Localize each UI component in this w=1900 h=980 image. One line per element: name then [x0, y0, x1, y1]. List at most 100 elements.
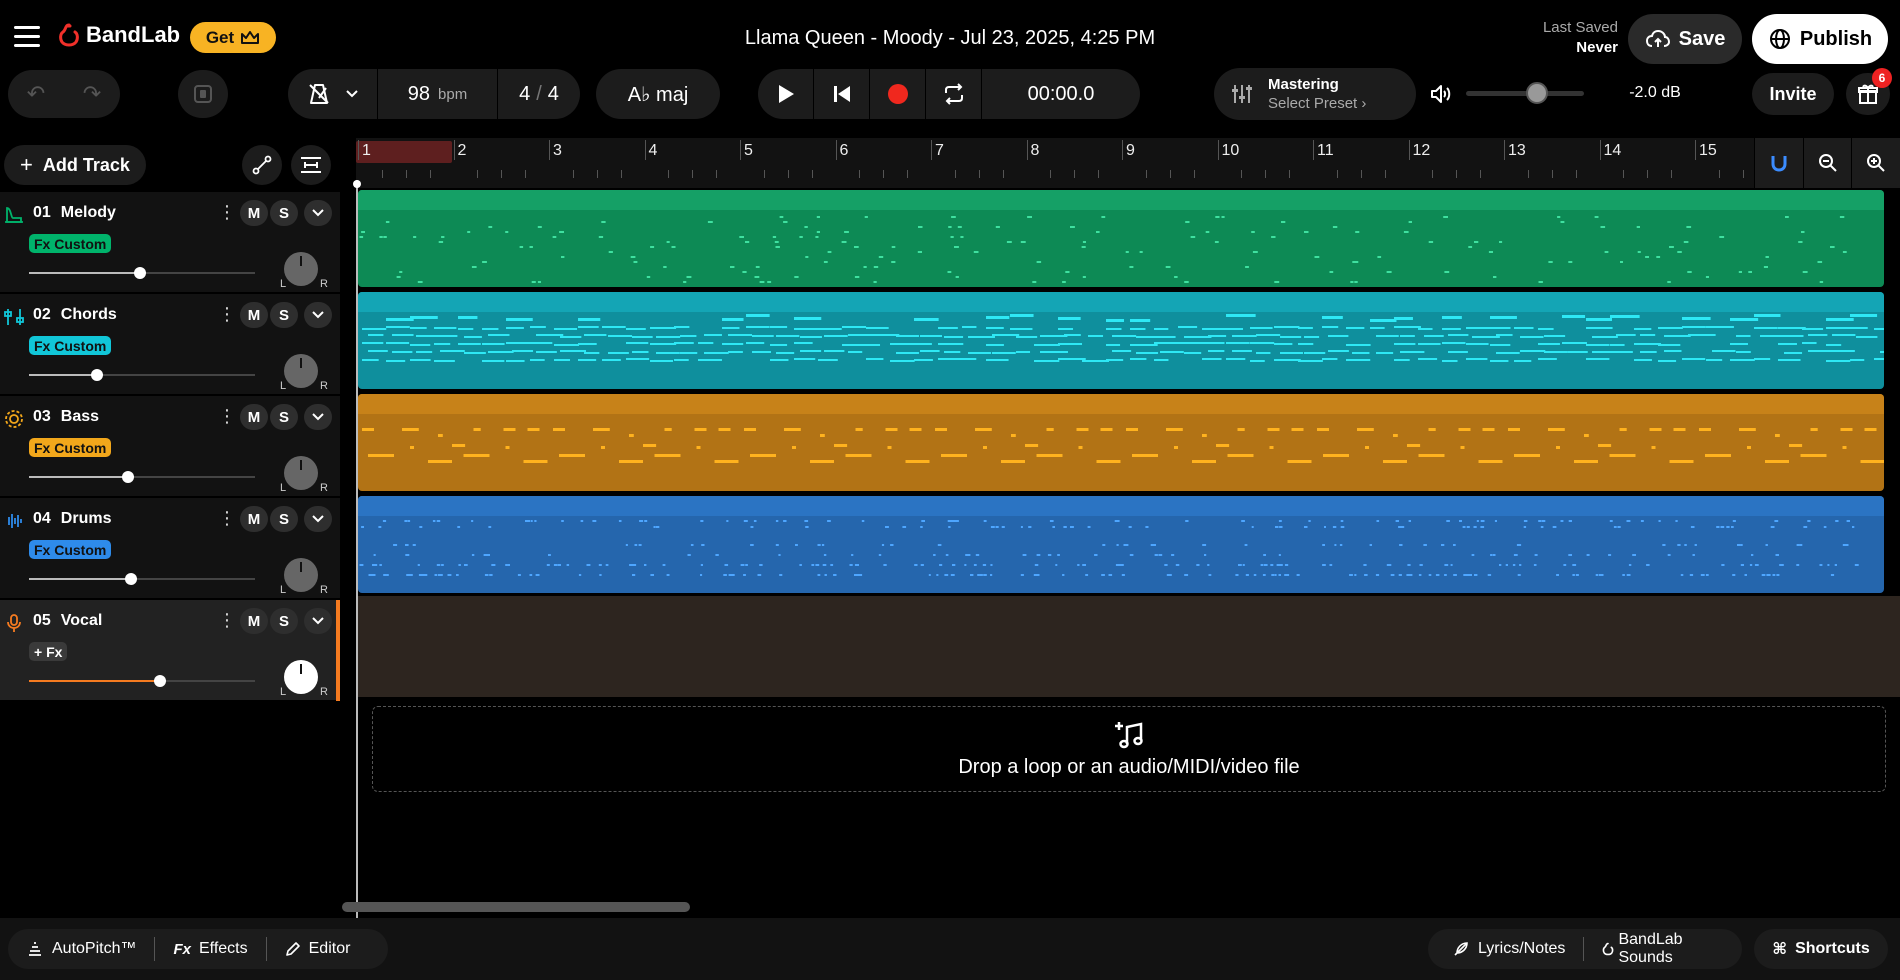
- master-volume-thumb[interactable]: [1525, 82, 1548, 104]
- track-name[interactable]: 01 Melody: [33, 204, 116, 222]
- record-button[interactable]: [870, 69, 926, 119]
- hamburger-menu-icon[interactable]: [14, 26, 40, 48]
- region-bass[interactable]: [358, 394, 1884, 491]
- track-volume-slider[interactable]: [29, 369, 255, 383]
- solo-button[interactable]: S: [270, 506, 298, 532]
- master-volume-slider[interactable]: [1466, 82, 1584, 104]
- shortcuts-button[interactable]: ⌘ Shortcuts: [1754, 929, 1888, 969]
- mixer-view-button[interactable]: [291, 145, 331, 185]
- mute-button[interactable]: M: [240, 506, 268, 532]
- track-header-vocal[interactable]: 05 Vocal ⋮ M S + Fx L R: [0, 600, 340, 701]
- bandlab-sounds-button[interactable]: BandLab Sounds: [1583, 931, 1742, 966]
- pan-knob[interactable]: [284, 558, 318, 592]
- fx-badge[interactable]: Fx Custom: [29, 336, 112, 355]
- expand-track-button[interactable]: [304, 404, 332, 430]
- lane-chords[interactable]: [356, 290, 1900, 391]
- solo-button[interactable]: S: [270, 302, 298, 328]
- track-name[interactable]: 03 Bass: [33, 408, 99, 426]
- lane-melody[interactable]: [356, 188, 1900, 289]
- playhead-handle[interactable]: [353, 180, 361, 188]
- metronome-button[interactable]: [288, 69, 378, 119]
- speaker-icon[interactable]: [1430, 84, 1452, 104]
- more-options-icon[interactable]: ⋮: [218, 406, 236, 427]
- region-chords[interactable]: [358, 292, 1884, 389]
- track-header-bass[interactable]: 03 Bass ⋮ M S Fx Custom L R: [0, 396, 340, 497]
- fx-badge[interactable]: Fx Custom: [29, 540, 112, 559]
- track-name[interactable]: 05 Vocal: [33, 612, 102, 630]
- invite-button[interactable]: Invite: [1752, 73, 1834, 115]
- track-name[interactable]: 02 Chords: [33, 306, 117, 324]
- publish-button[interactable]: Publish: [1752, 14, 1888, 64]
- pan-knob[interactable]: [284, 456, 318, 490]
- fx-badge[interactable]: Fx Custom: [29, 438, 112, 457]
- loop-button[interactable]: [926, 69, 982, 119]
- solo-button[interactable]: S: [270, 404, 298, 430]
- redo-icon[interactable]: ↷: [83, 81, 101, 107]
- autopitch-button[interactable]: AutoPitch™: [8, 937, 154, 961]
- bar-ruler[interactable]: 1 2 3 4 5 6 7 8 9 10 11 12 13 14 15: [356, 138, 1900, 188]
- automation-button[interactable]: [242, 145, 282, 185]
- track-header-drums[interactable]: 04 Drums ⋮ M S Fx Custom L R: [0, 498, 340, 599]
- expand-track-button[interactable]: [304, 608, 332, 634]
- key-selector[interactable]: A♭ maj: [596, 69, 720, 119]
- horizontal-scrollbar[interactable]: [342, 902, 690, 912]
- region-header[interactable]: [358, 394, 1884, 414]
- pan-knob[interactable]: [284, 354, 318, 388]
- volume-knob[interactable]: [154, 675, 167, 687]
- drop-zone[interactable]: Drop a loop or an audio/MIDI/video file: [372, 706, 1886, 792]
- track-header-chords[interactable]: 02 Chords ⋮ M S Fx Custom L R: [0, 294, 340, 395]
- solo-button[interactable]: S: [270, 200, 298, 226]
- undo-icon[interactable]: ↶: [27, 81, 45, 107]
- expand-track-button[interactable]: [304, 506, 332, 532]
- more-options-icon[interactable]: ⋮: [218, 304, 236, 325]
- bandlab-logo[interactable]: BandLab: [58, 22, 180, 48]
- more-options-icon[interactable]: ⋮: [218, 202, 236, 223]
- lane-bass[interactable]: [356, 392, 1900, 493]
- mute-button[interactable]: M: [240, 200, 268, 226]
- zoom-in-button[interactable]: [1851, 138, 1900, 188]
- time-signature-field[interactable]: 4 / 4: [498, 83, 580, 106]
- volume-knob[interactable]: [90, 369, 103, 381]
- play-button[interactable]: [758, 69, 814, 119]
- mute-button[interactable]: M: [240, 608, 268, 634]
- volume-knob[interactable]: [122, 471, 135, 483]
- project-title[interactable]: Llama Queen - Moody - Jul 23, 2025, 4:25…: [500, 27, 1400, 50]
- track-volume-slider[interactable]: [29, 267, 255, 281]
- chevron-down-icon[interactable]: [345, 89, 359, 99]
- track-name[interactable]: 04 Drums: [33, 510, 111, 528]
- save-button[interactable]: Save: [1628, 14, 1742, 64]
- playhead[interactable]: [356, 180, 358, 920]
- expand-track-button[interactable]: [304, 302, 332, 328]
- region-melody[interactable]: [358, 190, 1884, 287]
- lane-vocal[interactable]: [356, 596, 1900, 697]
- pan-knob[interactable]: [284, 252, 318, 286]
- lane-drums[interactable]: [356, 494, 1900, 595]
- editor-button[interactable]: Editor: [265, 937, 369, 961]
- get-membership-button[interactable]: Get: [190, 22, 276, 53]
- region-header[interactable]: [358, 496, 1884, 516]
- volume-knob[interactable]: [124, 573, 137, 585]
- more-options-icon[interactable]: ⋮: [218, 508, 236, 529]
- rewind-button[interactable]: [814, 69, 870, 119]
- region-header[interactable]: [358, 190, 1884, 210]
- effects-button[interactable]: Fx Effects: [154, 937, 265, 961]
- pan-knob[interactable]: [284, 660, 318, 694]
- track-volume-slider[interactable]: [29, 471, 255, 485]
- snap-toggle-button[interactable]: [178, 70, 228, 118]
- region-header[interactable]: [358, 292, 1884, 312]
- track-volume-slider[interactable]: [29, 573, 255, 587]
- add-track-button[interactable]: + Add Track: [4, 145, 146, 185]
- expand-track-button[interactable]: [304, 200, 332, 226]
- volume-knob[interactable]: [133, 267, 146, 279]
- track-volume-slider[interactable]: [29, 675, 255, 689]
- solo-button[interactable]: S: [270, 608, 298, 634]
- zoom-out-button[interactable]: [1802, 138, 1852, 188]
- snap-magnet-button[interactable]: [1754, 138, 1803, 188]
- timeline[interactable]: 1 2 3 4 5 6 7 8 9 10 11 12 13 14 15 Drop…: [353, 138, 1900, 920]
- mastering-button[interactable]: Mastering Select Preset ›: [1214, 68, 1416, 120]
- fx-badge[interactable]: + Fx: [29, 642, 68, 661]
- region-drums[interactable]: [358, 496, 1884, 593]
- fx-badge[interactable]: Fx Custom: [29, 234, 112, 253]
- track-header-melody[interactable]: 01 Melody ⋮ M S Fx Custom L R: [0, 192, 340, 293]
- mute-button[interactable]: M: [240, 404, 268, 430]
